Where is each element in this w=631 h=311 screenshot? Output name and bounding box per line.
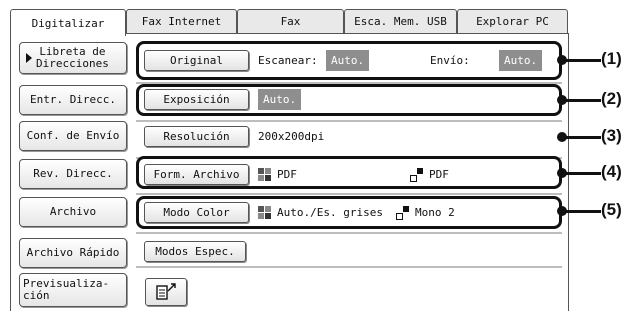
entr-direcc-label: Entr. Direcc.: [29, 93, 117, 106]
conf-envio-label: Conf. de Envío: [26, 129, 120, 142]
libreta-label: Libreta de Direcciones: [36, 45, 109, 70]
triangle-right-icon: [26, 53, 32, 63]
group-frame-1: [136, 41, 562, 80]
row-divider: [136, 232, 562, 234]
resolucion-value: 200x200dpi: [258, 130, 325, 143]
preview-icon-button[interactable]: [145, 278, 187, 306]
callout-line-1: [565, 59, 601, 62]
archivo-label: Archivo: [49, 205, 97, 218]
conf-envio-button[interactable]: Conf. de Envío: [19, 121, 127, 151]
callout-line-3: [565, 136, 601, 139]
archivo-rapido-label: Archivo Rápido: [26, 246, 120, 259]
rev-direcc-label: Rev. Direcc.: [33, 167, 113, 180]
tab-digitalizar[interactable]: Digitalizar: [10, 9, 126, 36]
rev-direcc-button[interactable]: Rev. Direcc.: [19, 159, 127, 189]
resolucion-button[interactable]: Resolución: [144, 126, 249, 147]
row-divider: [136, 120, 562, 122]
tab-explorar-pc[interactable]: Explorar PC: [457, 9, 568, 34]
group-frame-5: [136, 196, 562, 229]
row-divider: [136, 266, 562, 268]
callout-line-4: [565, 172, 601, 175]
callout-label-5: (5): [601, 200, 622, 219]
libreta-direcciones-button[interactable]: Libreta de Direcciones: [19, 42, 127, 74]
resolucion-label: Resolución: [163, 130, 230, 143]
callout-line-5: [565, 210, 601, 213]
callout-label-3: (3): [601, 126, 622, 145]
archivo-button[interactable]: Archivo: [19, 197, 127, 227]
tab-fax[interactable]: Fax: [237, 9, 344, 34]
entr-direcc-button[interactable]: Entr. Direcc.: [19, 85, 127, 115]
callout-label-2: (2): [601, 89, 622, 108]
preview-icon: [156, 283, 176, 300]
callout-label-4: (4): [601, 162, 622, 181]
row-divider: [136, 193, 562, 195]
callout-label-1: (1): [601, 49, 622, 68]
tab-esca-mem-usb[interactable]: Esca. Mem. USB: [344, 9, 457, 34]
tab-fax-internet[interactable]: Fax Internet: [126, 9, 237, 34]
archivo-rapido-button[interactable]: Archivo Rápido: [19, 238, 127, 268]
modos-espec-label: Modos Espec.: [155, 245, 235, 258]
group-frame-4: [136, 156, 562, 189]
previsualizacion-label: Previsualiza- ción: [23, 277, 110, 302]
callout-line-2: [565, 99, 601, 102]
modos-espec-button[interactable]: Modos Espec.: [144, 241, 246, 262]
previsualizacion-button[interactable]: Previsualiza- ción: [19, 273, 127, 307]
group-frame-2: [136, 84, 562, 116]
